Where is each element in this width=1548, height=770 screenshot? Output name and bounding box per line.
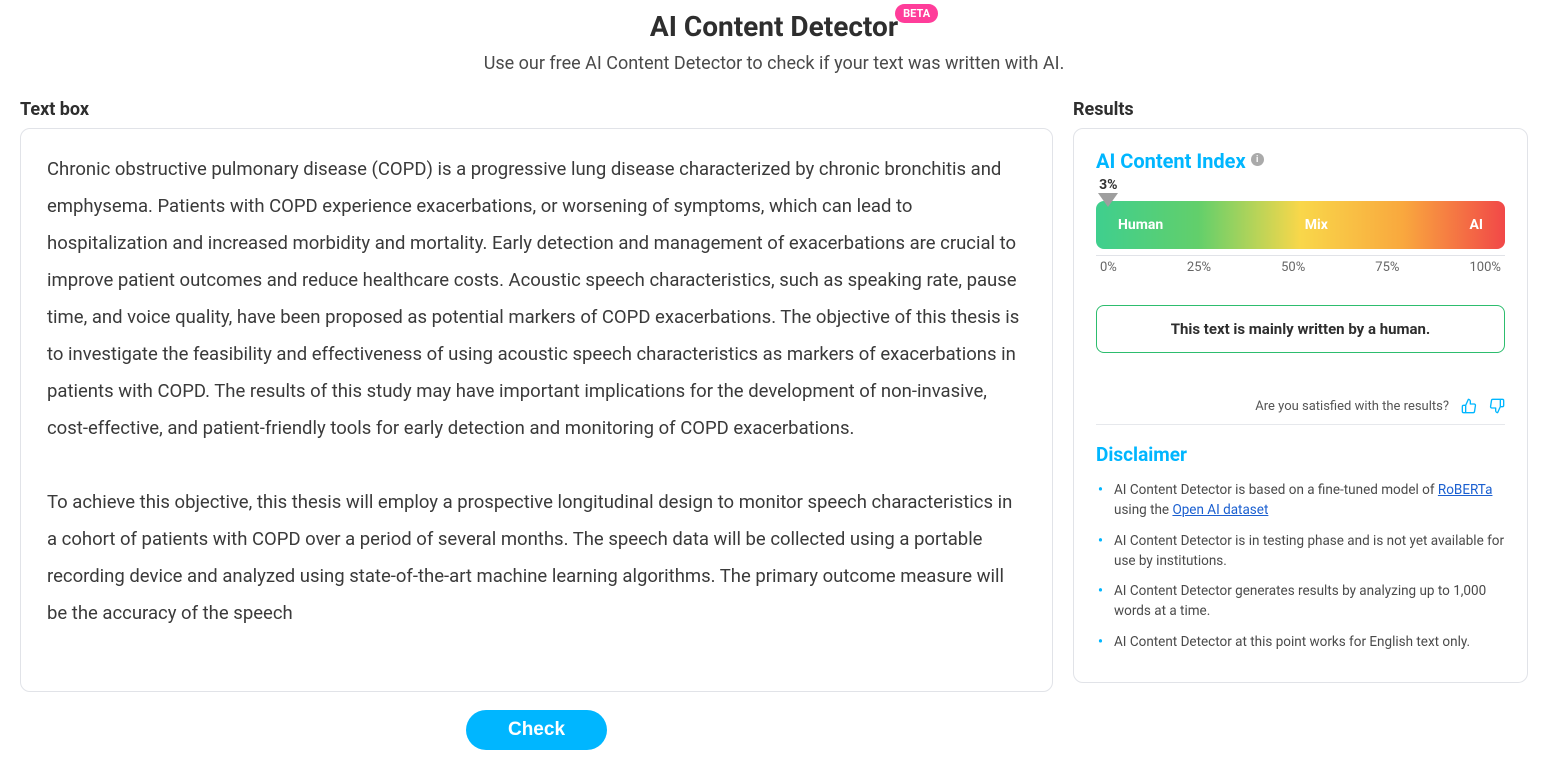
textbox-label: Text box — [20, 99, 1053, 120]
page-title: AI Content Detector BETA — [650, 10, 898, 43]
tick-100: 100% — [1470, 256, 1501, 275]
roberta-link[interactable]: RoBERTa — [1438, 482, 1493, 498]
info-icon[interactable]: i — [1251, 153, 1264, 166]
pointer-icon — [1098, 193, 1118, 207]
ai-content-index-title: AI Content Index — [1096, 149, 1246, 173]
meter-bar: Human Mix AI — [1096, 201, 1505, 249]
feedback-prompt: Are you satisfied with the results? — [1255, 399, 1449, 414]
meter-label-human: Human — [1118, 217, 1163, 233]
disclaimer-item-4: AI Content Detector at this point works … — [1096, 632, 1505, 652]
disclaimer-list: AI Content Detector is based on a fine-t… — [1096, 480, 1505, 652]
page-subtitle: Use our free AI Content Detector to chec… — [20, 53, 1528, 74]
check-button[interactable]: Check — [466, 710, 607, 750]
meter-label-mix: Mix — [1305, 217, 1328, 233]
ai-index-meter: 3% Human Mix AI 0% 25% 50% 75% 100% — [1096, 201, 1505, 275]
meter-label-ai: AI — [1469, 217, 1483, 233]
disclaimer-item-2: AI Content Detector is in testing phase … — [1096, 531, 1505, 572]
disclaimer-item-1: AI Content Detector is based on a fine-t… — [1096, 480, 1505, 521]
tick-75: 75% — [1375, 256, 1399, 275]
results-card: AI Content Index i 3% Human Mix AI 0% 25… — [1073, 128, 1528, 683]
thumbs-up-icon[interactable] — [1461, 398, 1477, 414]
tick-25: 25% — [1187, 256, 1211, 275]
page-title-text: AI Content Detector — [650, 10, 898, 43]
disclaimer-item-3: AI Content Detector generates results by… — [1096, 581, 1505, 622]
textbox-card — [20, 128, 1053, 692]
pointer-value: 3% — [1099, 177, 1117, 193]
tick-0: 0% — [1100, 256, 1117, 275]
results-label: Results — [1073, 99, 1528, 120]
beta-badge: BETA — [895, 4, 938, 23]
openai-dataset-link[interactable]: Open AI dataset — [1172, 502, 1268, 518]
meter-ticks: 0% 25% 50% 75% 100% — [1096, 255, 1505, 275]
verdict-box: This text is mainly written by a human. — [1096, 305, 1505, 353]
disclaimer-title: Disclaimer — [1096, 443, 1505, 466]
tick-50: 50% — [1281, 256, 1305, 275]
feedback-row: Are you satisfied with the results? — [1096, 398, 1505, 425]
thumbs-down-icon[interactable] — [1489, 398, 1505, 414]
content-input[interactable] — [21, 129, 1052, 687]
